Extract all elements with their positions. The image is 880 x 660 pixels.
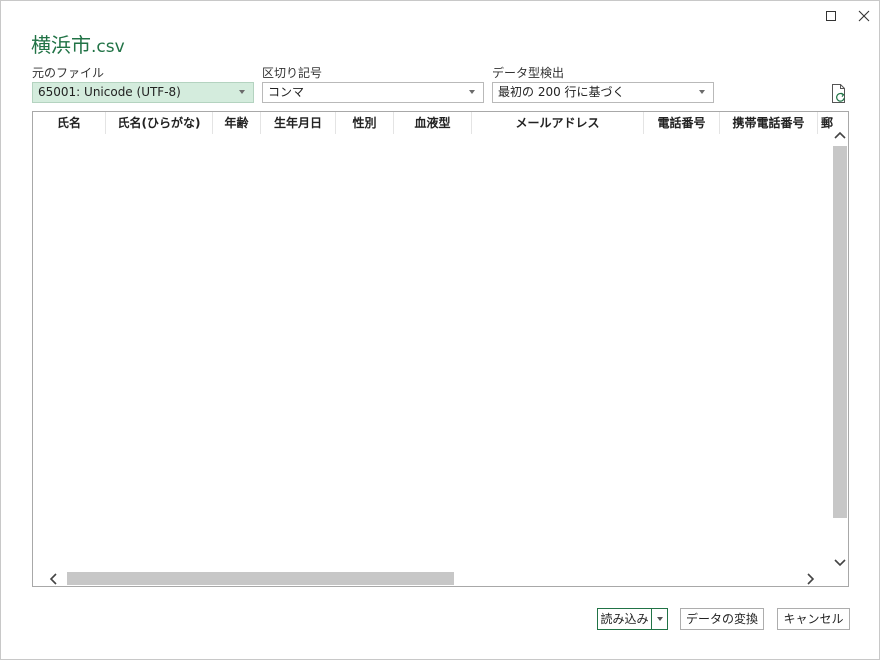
vertical-scrollbar[interactable] xyxy=(832,126,848,572)
column-header[interactable]: 氏名 xyxy=(33,112,105,134)
column-header[interactable]: 性別 xyxy=(335,112,393,134)
column-header[interactable]: 電話番号 xyxy=(643,112,719,134)
chevron-down-icon xyxy=(469,90,475,94)
scroll-up-button[interactable] xyxy=(832,126,848,144)
close-icon xyxy=(858,10,870,22)
column-header[interactable]: メールアドレス xyxy=(471,112,643,134)
data-type-detection-label: データ型検出 xyxy=(492,66,565,80)
horizontal-scroll-thumb[interactable] xyxy=(67,572,454,585)
chevron-up-icon xyxy=(834,131,846,139)
delimiter-label: 区切り記号 xyxy=(262,66,323,80)
column-header[interactable]: 年齢 xyxy=(212,112,260,134)
refresh-file-icon xyxy=(832,84,845,103)
chevron-down-icon xyxy=(834,559,846,567)
chevron-right-icon xyxy=(807,572,815,585)
vertical-scroll-thumb[interactable] xyxy=(833,146,847,518)
delimiter-value: コンマ xyxy=(268,85,305,99)
maximize-button[interactable] xyxy=(820,5,842,27)
horizontal-scrollbar[interactable] xyxy=(33,571,833,586)
data-type-detection-value: 最初の 200 行に基づく xyxy=(498,85,625,99)
chevron-left-icon xyxy=(49,572,57,585)
chevron-down-icon xyxy=(239,90,245,94)
dialog-title: 横浜市.csv xyxy=(31,29,125,58)
refresh-button[interactable] xyxy=(829,83,849,105)
data-type-detection-select[interactable]: 最初の 200 行に基づく xyxy=(492,82,714,103)
chevron-down-icon xyxy=(699,90,705,94)
column-header[interactable]: 血液型 xyxy=(393,112,471,134)
scroll-right-button[interactable] xyxy=(801,571,821,586)
scrollbar-corner xyxy=(832,571,848,586)
load-button[interactable]: 読み込み xyxy=(597,608,651,630)
file-origin-select[interactable]: 65001: Unicode (UTF-8) xyxy=(32,82,254,103)
column-header[interactable]: 郵 xyxy=(817,112,833,134)
column-header[interactable]: 生年月日 xyxy=(260,112,335,134)
cancel-button[interactable]: キャンセル xyxy=(777,608,850,630)
dropdown-arrow-icon xyxy=(656,617,663,621)
import-dialog: 横浜市.csv 元のファイル 65001: Unicode (UTF-8) 区切… xyxy=(0,0,880,660)
transform-data-button[interactable]: データの変換 xyxy=(680,608,764,630)
title-filename: 横浜市 xyxy=(31,33,91,57)
title-extension: .csv xyxy=(91,37,125,57)
table-header: 氏名 氏名(ひらがな) 年齢 生年月日 性別 血液型 メールアドレス 電話番号 … xyxy=(33,112,833,134)
scroll-left-button[interactable] xyxy=(43,571,63,586)
column-header[interactable]: 氏名(ひらがな) xyxy=(105,112,212,134)
maximize-icon xyxy=(825,10,836,21)
column-header[interactable]: 携帯電話番号 xyxy=(719,112,817,134)
data-preview-table[interactable]: 氏名 氏名(ひらがな) 年齢 生年月日 性別 血液型 メールアドレス 電話番号 … xyxy=(32,111,849,587)
file-origin-label: 元のファイル xyxy=(32,66,105,80)
file-origin-value: 65001: Unicode (UTF-8) xyxy=(38,85,181,99)
load-options-button[interactable] xyxy=(651,608,668,630)
scroll-down-button[interactable] xyxy=(832,554,848,572)
delimiter-select[interactable]: コンマ xyxy=(262,82,484,103)
close-button[interactable] xyxy=(853,5,875,27)
